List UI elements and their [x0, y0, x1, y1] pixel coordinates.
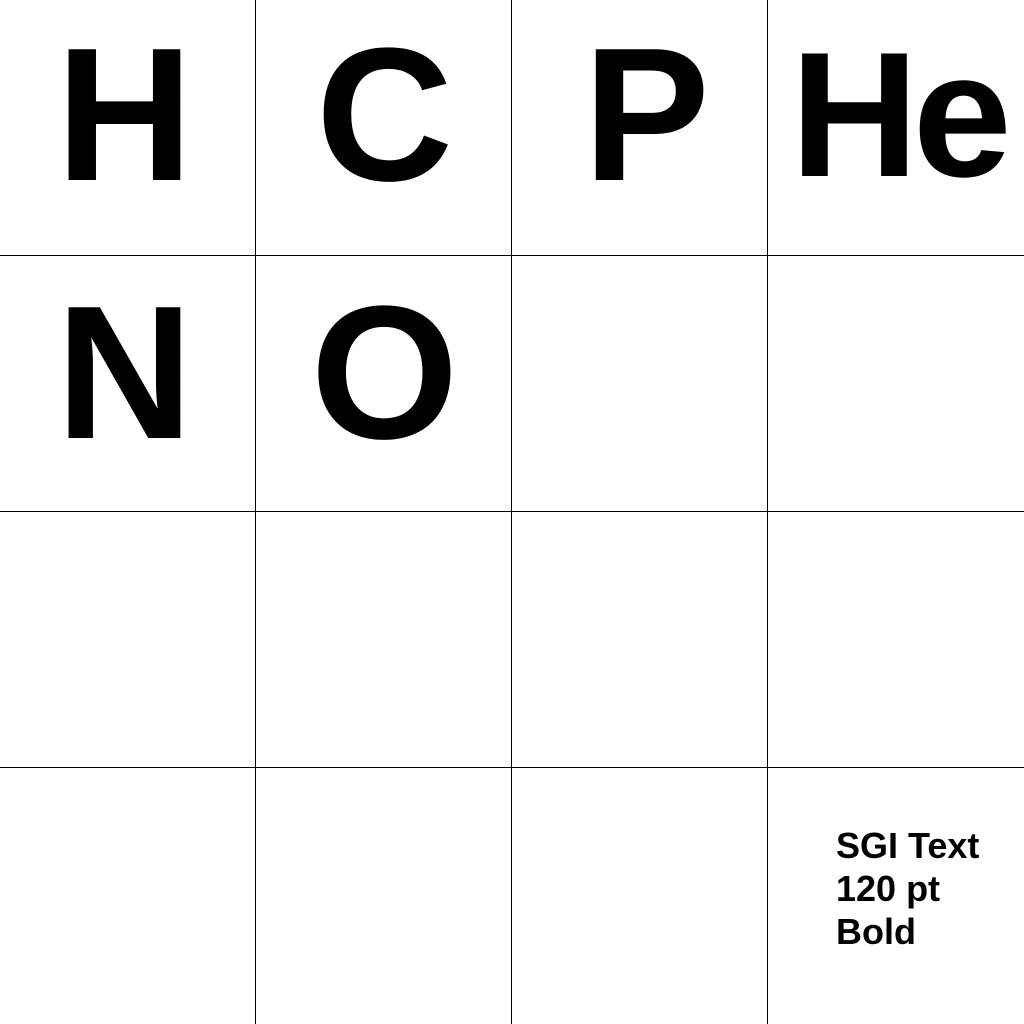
glyph-n: N	[55, 267, 193, 479]
font-caption: SGI Text 120 pt Bold	[836, 824, 979, 953]
glyph-p: P	[583, 9, 710, 221]
empty-cell	[768, 256, 1024, 512]
empty-cell	[512, 256, 768, 512]
empty-cell	[256, 768, 512, 1024]
caption-cell: SGI Text 120 pt Bold	[768, 768, 1024, 1024]
cell-hydrogen: H	[0, 0, 256, 256]
cell-oxygen: O	[256, 256, 512, 512]
glyph-h: H	[55, 9, 193, 221]
empty-cell	[0, 512, 256, 768]
glyph-o: O	[310, 267, 459, 479]
cell-nitrogen: N	[0, 256, 256, 512]
font-weight-label: Bold	[836, 911, 916, 952]
empty-cell	[0, 768, 256, 1024]
empty-cell	[768, 512, 1024, 768]
empty-cell	[512, 768, 768, 1024]
cell-helium: He	[768, 0, 1024, 256]
glyph-he: He	[790, 15, 1012, 214]
empty-cell	[512, 512, 768, 768]
cell-carbon: C	[256, 0, 512, 256]
font-size-label: 120 pt	[836, 868, 941, 909]
empty-cell	[256, 512, 512, 768]
font-name-label: SGI Text	[836, 825, 980, 866]
glyph-c: C	[315, 9, 453, 221]
glyph-grid: H C P He N O SGI Text 120 pt Bold	[0, 0, 1024, 1024]
cell-phosphorus: P	[512, 0, 768, 256]
